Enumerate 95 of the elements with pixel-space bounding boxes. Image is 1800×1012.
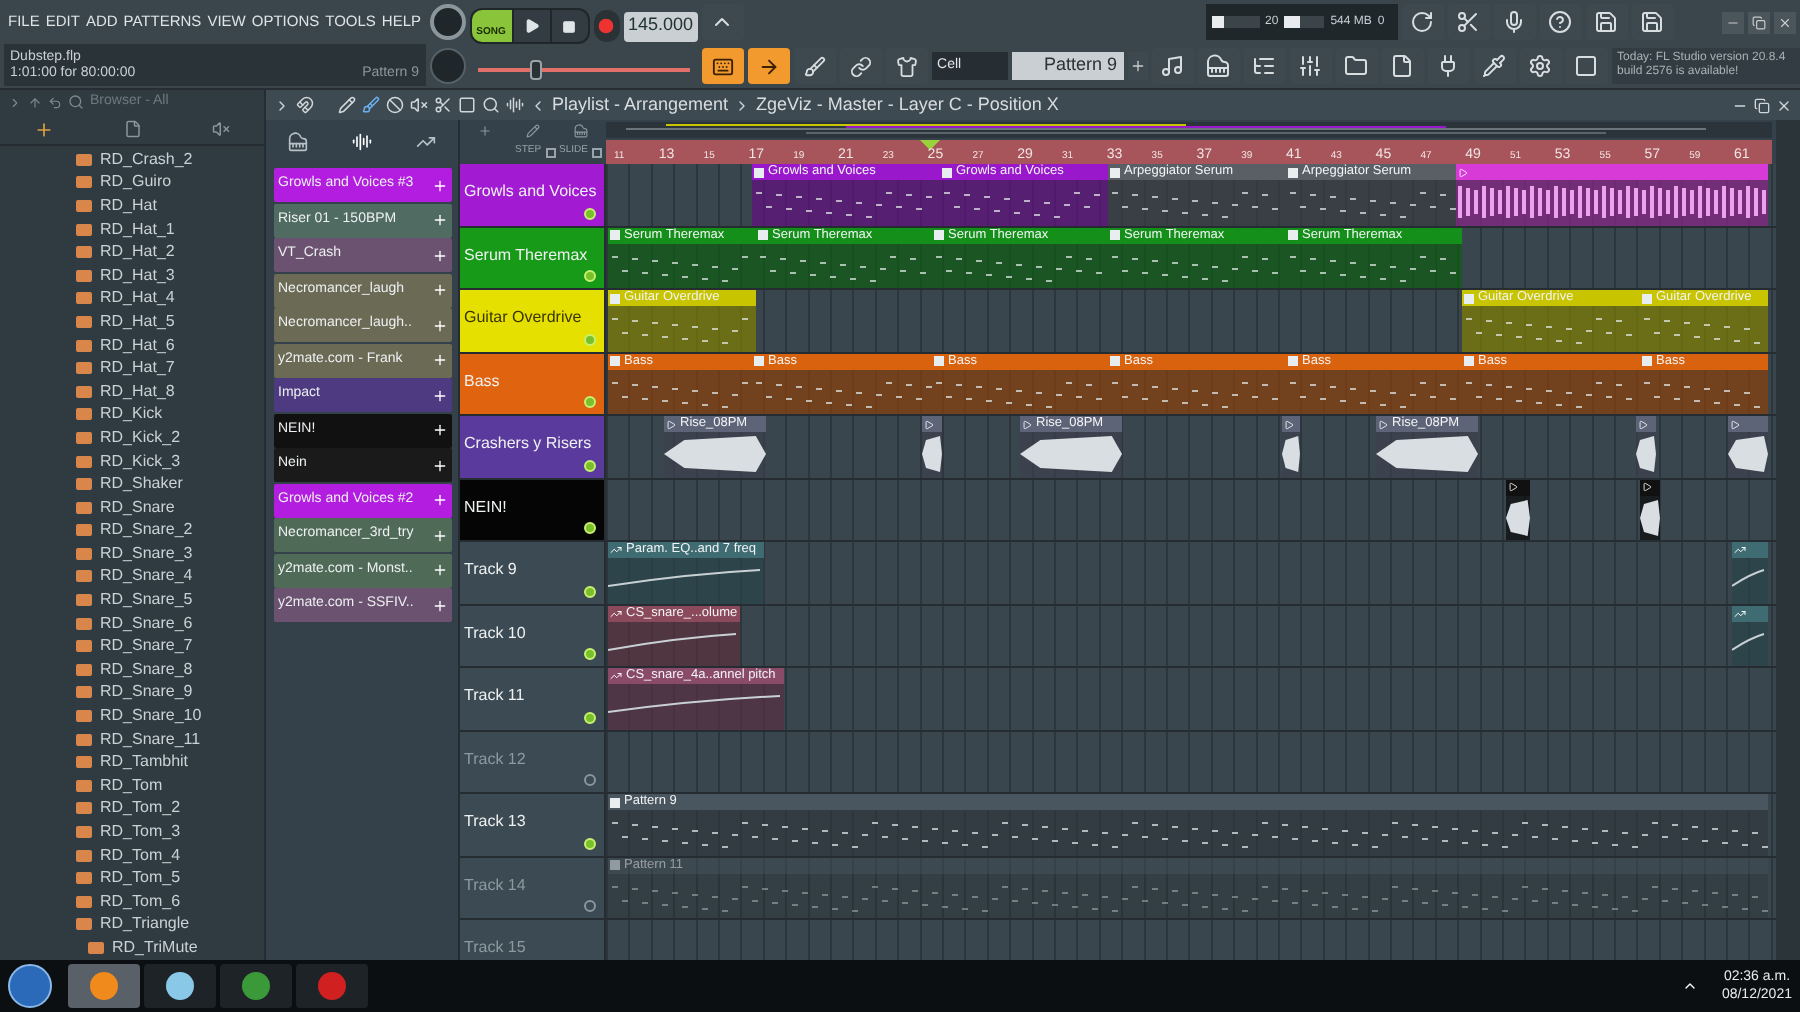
track-name: Track 14 xyxy=(464,875,526,893)
browser-item[interactable]: RD_Snare_6 xyxy=(0,611,264,635)
browser-item[interactable]: RD_Kick xyxy=(0,403,264,427)
browser-item[interactable]: RD_Snare_4 xyxy=(0,565,264,589)
tempo-display[interactable]: 145.000 xyxy=(623,11,698,41)
browser-item[interactable]: RD_Snare xyxy=(0,495,264,519)
pattern-selector[interactable]: Pattern 9 xyxy=(1011,52,1124,80)
track-header[interactable]: Track 11 xyxy=(460,668,606,729)
browser-item-label: RD_Snare_8 xyxy=(100,659,193,680)
browser-item-label: RD_Snare_4 xyxy=(100,566,193,587)
browser-item-label: RD_Tom_4 xyxy=(100,845,181,866)
playlist-title: Playlist - Arrangement xyxy=(552,91,729,118)
browser-item-label: RD_Guiro xyxy=(100,172,172,193)
browser-item[interactable]: RD_TriMute xyxy=(0,936,264,960)
track-header[interactable]: Track 13 xyxy=(460,794,606,855)
browser-item-label: RD_Crash_2 xyxy=(100,149,193,170)
track-name: Track 13 xyxy=(464,812,526,830)
browser-item-label: RD_Hat_2 xyxy=(100,242,175,263)
browser-item[interactable]: RD_Tom_6 xyxy=(0,890,264,914)
browser-item-label: RD_Triangle xyxy=(100,914,190,935)
playlist-breadcrumb: ZgeViz - Master - Layer C - Position X xyxy=(756,91,1059,118)
browser-item[interactable]: RD_Triangle xyxy=(0,913,264,937)
browser-item[interactable]: RD_Hat_5 xyxy=(0,310,264,334)
browser-item[interactable]: RD_Hat_8 xyxy=(0,379,264,404)
track-name: Track 9 xyxy=(464,560,517,578)
browser-item[interactable]: RD_Hat_6 xyxy=(0,333,264,357)
browser-item[interactable]: RD_Tom xyxy=(0,774,264,798)
track-name: Track 10 xyxy=(464,623,526,641)
browser-item-label: RD_Tom_2 xyxy=(100,798,181,819)
browser-item[interactable]: RD_Hat_7 xyxy=(0,356,264,380)
browser-item[interactable]: RD_Hat_1 xyxy=(0,217,264,241)
browser-item-label: RD_Kick_3 xyxy=(100,451,181,472)
browser-item-label: RD_Snare_5 xyxy=(100,590,193,611)
browser-item-label: RD_Snare_7 xyxy=(100,636,193,657)
browser-item-label: RD_Hat_7 xyxy=(100,358,175,379)
browser-item[interactable]: RD_Hat_3 xyxy=(0,263,264,288)
track-name: Bass xyxy=(464,371,500,389)
browser-item[interactable]: RD_Tom_5 xyxy=(0,866,264,890)
browser-item-label: RD_Hat_6 xyxy=(100,335,175,356)
browser-item[interactable]: RD_Snare_9 xyxy=(0,681,264,705)
browser-item[interactable]: RD_Tom_3 xyxy=(0,820,264,844)
browser-item-label: RD_Snare_6 xyxy=(100,613,193,634)
browser-item-label: RD_Hat_4 xyxy=(100,288,175,309)
browser-item-label: RD_Hat_8 xyxy=(100,381,175,402)
browser-item[interactable]: RD_Hat_4 xyxy=(0,287,264,311)
browser-item[interactable]: RD_Crash_2 xyxy=(0,148,264,172)
track-name: Track 11 xyxy=(464,686,525,704)
browser-item-label: RD_Snare xyxy=(100,497,175,518)
track-header[interactable]: Guitar Overdrive xyxy=(460,290,606,351)
browser-item-label: RD_Tom xyxy=(100,775,163,796)
track-header[interactable]: Track 9 xyxy=(460,542,606,603)
track-name: NEIN! xyxy=(464,497,507,515)
track-name: Track 12 xyxy=(464,749,526,767)
track-name: Guitar Overdrive xyxy=(464,308,582,326)
browser-item[interactable]: RD_Tom_2 xyxy=(0,797,264,821)
browser-item[interactable]: RD_Snare_8 xyxy=(0,658,264,682)
track-header[interactable]: Growls and Voices xyxy=(460,164,606,225)
browser-item[interactable]: RD_Kick_2 xyxy=(0,426,264,450)
browser-item[interactable]: RD_Tom_4 xyxy=(0,843,264,867)
browser-item-label: RD_Hat xyxy=(100,195,157,216)
track-name: Growls and Voices xyxy=(464,182,597,200)
track-header[interactable]: NEIN! xyxy=(460,479,606,540)
browser-item[interactable]: RD_Snare_5 xyxy=(0,588,264,612)
browser-item-label: RD_Hat_3 xyxy=(100,265,175,286)
browser-item[interactable]: RD_Snare_3 xyxy=(0,542,264,566)
browser-item[interactable]: RD_Hat_2 xyxy=(0,240,264,264)
browser-item-label: RD_Kick xyxy=(100,404,163,425)
track-name: Crashers y Risers xyxy=(464,434,592,452)
browser-item[interactable]: RD_Snare_2 xyxy=(0,519,264,543)
browser-item[interactable]: RD_Tambhit xyxy=(0,750,264,775)
browser-item[interactable]: RD_Kick_3 xyxy=(0,449,264,473)
browser-item[interactable]: RD_Snare_10 xyxy=(0,704,264,728)
browser-item[interactable]: RD_Hat xyxy=(0,194,264,218)
track-header[interactable]: Crashers y Risers xyxy=(460,416,606,477)
browser-item-label: RD_Snare_10 xyxy=(100,706,202,727)
browser-item[interactable]: RD_Snare_11 xyxy=(0,727,264,751)
browser-item-label: RD_Hat_5 xyxy=(100,311,175,332)
browser-item-label: RD_Snare_9 xyxy=(100,682,193,703)
track-name: Serum Theremax xyxy=(464,245,588,263)
browser-item-label: RD_Snare_3 xyxy=(100,543,193,564)
browser-item-label: RD_Snare_11 xyxy=(100,729,201,750)
browser-item-label: RD_Tambhit xyxy=(100,752,189,773)
browser-item-label: RD_Tom_3 xyxy=(100,822,181,843)
browser-item[interactable]: RD_Guiro xyxy=(0,171,264,195)
browser-item[interactable]: RD_Snare_7 xyxy=(0,634,264,659)
browser-item-label: RD_Snare_2 xyxy=(100,520,193,541)
browser-item-label: RD_Shaker xyxy=(100,474,183,495)
browser-item-label: RD_Kick_2 xyxy=(100,427,181,448)
browser-item-label: RD_Tom_6 xyxy=(100,891,181,912)
browser-item[interactable]: RD_Shaker xyxy=(0,472,264,496)
browser-item-label: RD_Tom_5 xyxy=(100,868,181,889)
track-name: Track 15 xyxy=(464,938,526,956)
browser-item-label: RD_Hat_1 xyxy=(100,219,175,240)
track-header[interactable]: Track 10 xyxy=(460,605,606,666)
browser-item-label: RD_TriMute xyxy=(112,937,198,958)
